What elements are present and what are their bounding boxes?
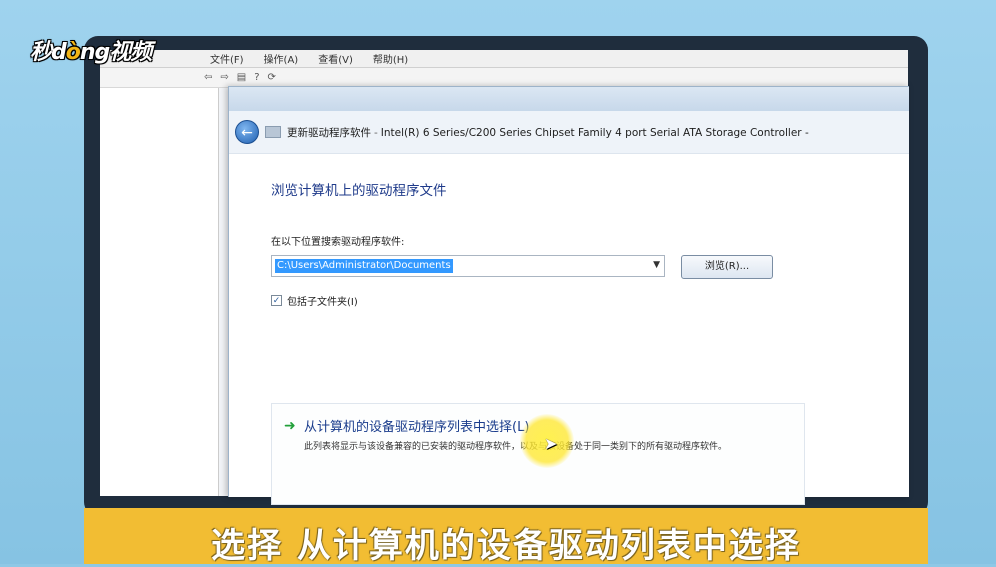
back-button[interactable]: ← [235,120,259,144]
dropdown-arrow-icon[interactable]: ▼ [653,260,660,270]
brand-logo: 秒dòng视频 [30,40,152,65]
properties-icon[interactable]: ▤ [237,72,246,83]
dialog-body: 浏览计算机上的驱动程序文件 在以下位置搜索驱动程序软件: C:\Users\Ad… [229,153,909,505]
include-subfolders-checkbox[interactable]: ✓ [271,295,282,306]
subtitle-bar: 选择 从计算机的设备驱动列表中选择 [84,508,928,566]
driver-path-value[interactable]: C:\Users\Administrator\Documents [275,259,453,273]
pick-from-list-option[interactable]: ➜ 从计算机的设备驱动程序列表中选择(L) 此列表将显示与该设备兼容的已安装的驱… [271,403,805,505]
dialog-breadcrumb: 更新驱动程序软件 - Intel(R) 6 Series/C200 Series C… [287,126,809,139]
back-arrow-icon: ← [241,125,253,141]
driver-path-combobox[interactable]: C:\Users\Administrator\Documents ▼ [271,255,665,277]
green-arrow-icon: ➜ [284,418,296,434]
menu-bar: 文件(F) 操作(A) 查看(V) 帮助(H) [100,50,908,68]
search-location-label: 在以下位置搜索驱动程序软件: [271,237,405,248]
dialog-titlebar [229,87,909,111]
subtitle-caption: 选择 从计算机的设备驱动列表中选择 [211,526,801,566]
menu-file[interactable]: 文件(F) [210,51,244,66]
menu-view[interactable]: 查看(V) [318,51,353,66]
device-tree-pane [100,88,219,496]
forward-arrow-icon[interactable]: ⇨ [220,72,228,83]
device-icon [265,126,281,138]
dialog-header: ← 更新驱动程序软件 - Intel(R) 6 Series/C200 Series… [229,111,909,154]
include-subfolders-row[interactable]: ✓ 包括子文件夹(I) [271,293,358,308]
page-heading: 浏览计算机上的驱动程序文件 [271,183,447,199]
breadcrumb-title: 更新驱动程序软件 [287,126,371,139]
mouse-pointer-icon: ➤ [544,434,558,453]
update-driver-dialog: ← 更新驱动程序软件 - Intel(R) 6 Series/C200 Series… [228,86,909,505]
back-arrow-icon[interactable]: ⇦ [204,72,212,83]
option-title[interactable]: 从计算机的设备驱动程序列表中选择(L) [304,416,529,435]
include-subfolders-label[interactable]: 包括子文件夹(I) [287,293,358,308]
video-frame: 文件(F) 操作(A) 查看(V) 帮助(H) ⇦ ⇨ ▤ ? ⟳ ← 更新驱动… [0,0,996,566]
toolbar: ⇦ ⇨ ▤ ? ⟳ [100,68,908,88]
browse-button[interactable]: 浏览(R)... [681,255,773,279]
menu-action[interactable]: 操作(A) [264,51,299,66]
breadcrumb-device: Intel(R) 6 Series/C200 Series Chipset Fa… [380,126,809,139]
menu-help[interactable]: 帮助(H) [373,51,408,66]
scan-icon[interactable]: ⟳ [268,72,276,83]
help-icon[interactable]: ? [254,72,259,83]
